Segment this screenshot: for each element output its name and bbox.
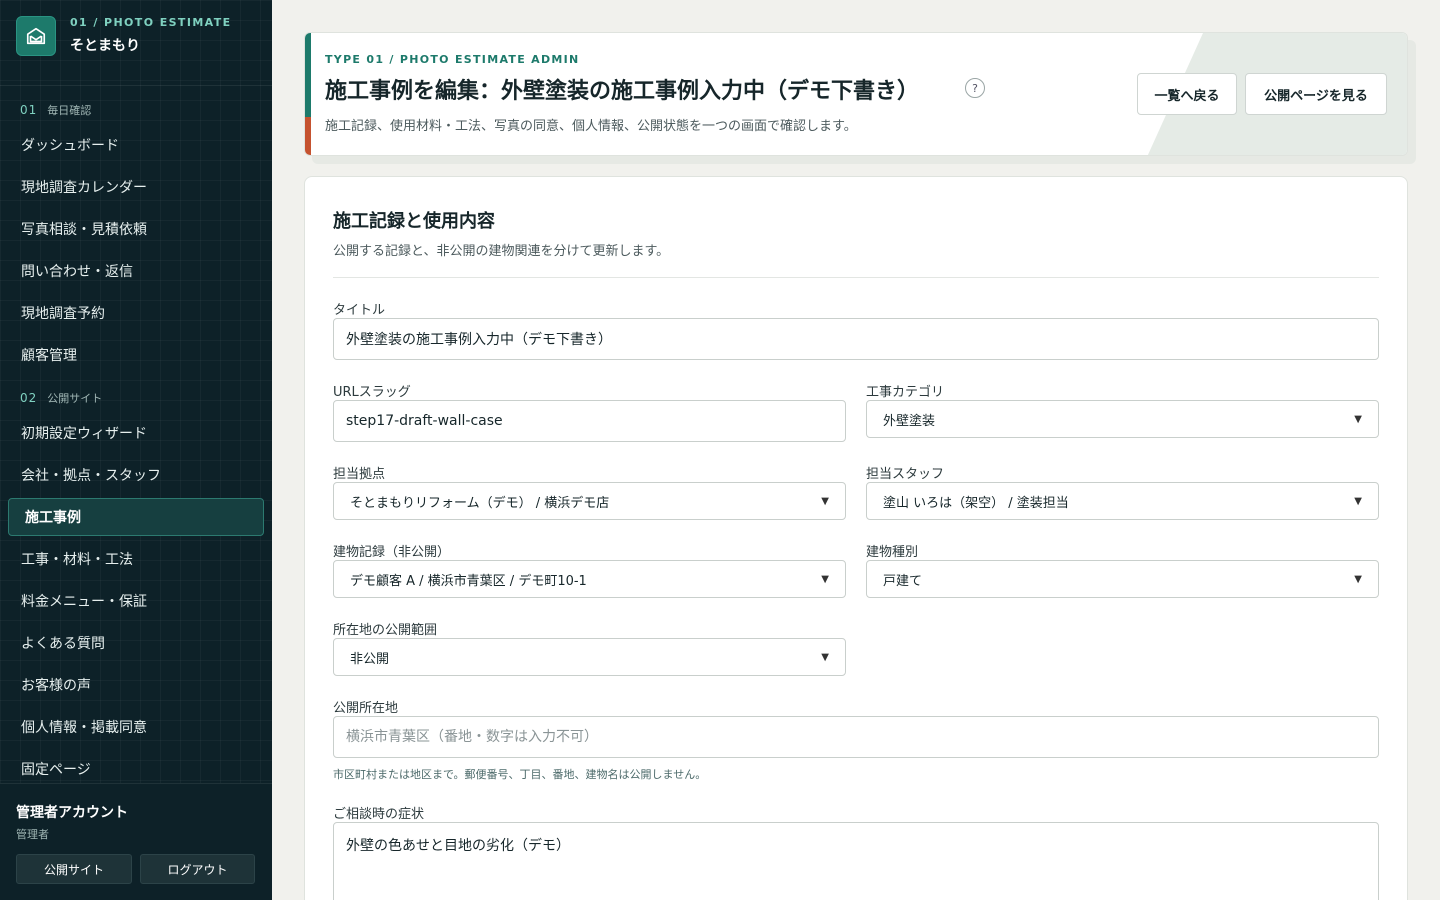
page-header: TYPE 01 / PHOTO ESTIMATE ADMIN 施工事例を編集：外…	[304, 32, 1408, 156]
branch-select-value: そとまもりリフォーム（デモ） / 横浜デモ店	[350, 495, 610, 511]
branch-select[interactable]: そとまもりリフォーム（デモ） / 横浜デモ店 ▼	[333, 482, 846, 520]
chevron-down-icon: ▼	[1354, 413, 1362, 425]
symptom-textarea[interactable]: 外壁の色あせと目地の劣化（デモ）	[333, 822, 1379, 900]
brand: 01 / PHOTO ESTIMATE そとまもり	[0, 0, 272, 86]
brand-name: そとまもり	[70, 38, 140, 54]
account-name: 管理者アカウント	[16, 805, 128, 821]
page-title: 施工事例を編集：外壁塗装の施工事例入力中（デモ下書き）	[325, 79, 920, 104]
building-type-label: 建物種別	[866, 545, 919, 560]
title-input[interactable]	[333, 318, 1379, 360]
sidebar-item-works-materials[interactable]: 工事・材料・工法	[0, 538, 272, 580]
building-type-select-value: 戸建て	[883, 573, 923, 589]
slug-input[interactable]	[333, 400, 846, 442]
staff-select[interactable]: 塗山 いろは（架空） / 塗装担当 ▼	[866, 482, 1379, 520]
category-label: 工事カテゴリ	[866, 385, 945, 400]
nav-group-label: 公開サイト	[47, 392, 103, 405]
sidebar-item-survey-booking[interactable]: 現地調査予約	[0, 292, 272, 334]
location-scope-select[interactable]: 非公開 ▼	[333, 638, 846, 676]
sidebar-item-case-studies[interactable]: 施工事例	[8, 498, 264, 536]
case-edit-form: 施工記録と使用内容 公開する記録と、非公開の建物関連を分けて更新します。 タイト…	[304, 176, 1408, 900]
sidebar-item-privacy-consent[interactable]: 個人情報・掲載同意	[0, 706, 272, 748]
sidebar-item-customers[interactable]: 顧客管理	[0, 334, 272, 376]
symptom-label: ご相談時の症状	[333, 807, 425, 822]
public-location-help: 市区町村または地区まで。郵便番号、丁目、番地、建物名は公開しません。	[333, 768, 707, 781]
staff-label: 担当スタッフ	[866, 467, 945, 482]
chevron-down-icon: ▼	[1354, 495, 1362, 507]
account-panel: 管理者アカウント 管理者 公開サイト ログアウト	[0, 783, 272, 900]
sidebar-item-dashboard[interactable]: ダッシュボード	[0, 124, 272, 166]
staff-select-value: 塗山 いろは（架空） / 塗装担当	[883, 495, 1069, 511]
nav-group-public-site: 02 公開サイト	[0, 384, 272, 412]
back-to-list-button[interactable]: 一覧へ戻る	[1137, 73, 1237, 115]
public-site-button[interactable]: 公開サイト	[16, 854, 132, 884]
sidebar: 01 / PHOTO ESTIMATE そとまもり 01 毎日確認 ダッシュボー…	[0, 0, 272, 900]
location-scope-label: 所在地の公開範囲	[333, 623, 438, 638]
sidebar-item-setup-wizard[interactable]: 初期設定ウィザード	[0, 412, 272, 454]
chevron-down-icon: ▼	[821, 495, 829, 507]
view-public-page-button[interactable]: 公開ページを見る	[1245, 73, 1387, 115]
section-subtitle: 公開する記録と、非公開の建物関連を分けて更新します。	[333, 244, 670, 259]
house-mail-icon[interactable]	[16, 16, 56, 56]
branch-label: 担当拠点	[333, 467, 386, 482]
category-select-value: 外壁塗装	[883, 413, 936, 429]
accent-bar	[305, 33, 311, 117]
public-location-input[interactable]	[333, 716, 1379, 758]
sidebar-item-inquiries[interactable]: 問い合わせ・返信	[0, 250, 272, 292]
nav-group-label: 毎日確認	[47, 104, 92, 117]
page-kicker: TYPE 01 / PHOTO ESTIMATE ADMIN	[325, 53, 580, 66]
page-subtitle: 施工記録、使用材料・工法、写真の同意、個人情報、公開状態を一つの画面で確認します…	[325, 119, 857, 134]
accent-bar	[305, 117, 311, 155]
section-title: 施工記録と使用内容	[333, 211, 495, 232]
sidebar-item-company-staff[interactable]: 会社・拠点・スタッフ	[0, 454, 272, 496]
category-select[interactable]: 外壁塗装 ▼	[866, 400, 1379, 438]
sidebar-item-pricing[interactable]: 料金メニュー・保証	[0, 580, 272, 622]
sidebar-item-static-pages[interactable]: 固定ページ	[0, 748, 272, 782]
slug-label: URLスラッグ	[333, 385, 411, 400]
nav-group-daily: 01 毎日確認	[0, 96, 272, 124]
building-record-label: 建物記録（非公開）	[333, 545, 451, 560]
sidebar-item-testimonials[interactable]: お客様の声	[0, 664, 272, 706]
location-scope-select-value: 非公開	[350, 651, 390, 667]
sidebar-item-faq[interactable]: よくある質問	[0, 622, 272, 664]
title-label: タイトル	[333, 303, 386, 318]
chevron-down-icon: ▼	[821, 573, 829, 585]
nav-group-number: 02	[20, 391, 38, 405]
brand-kicker: 01 / PHOTO ESTIMATE	[70, 16, 232, 29]
building-record-select-value: デモ顧客 A / 横浜市青葉区 / デモ町10-1	[350, 573, 587, 589]
chevron-down-icon: ▼	[821, 651, 829, 663]
logout-button[interactable]: ログアウト	[140, 854, 255, 884]
sidebar-item-photo-estimates[interactable]: 写真相談・見積依頼	[0, 208, 272, 250]
chevron-down-icon: ▼	[1354, 573, 1362, 585]
account-role: 管理者	[16, 828, 49, 841]
sidebar-nav: 01 毎日確認 ダッシュボード 現地調査カレンダー 写真相談・見積依頼 問い合わ…	[0, 96, 272, 782]
building-record-select[interactable]: デモ顧客 A / 横浜市青葉区 / デモ町10-1 ▼	[333, 560, 846, 598]
building-type-select[interactable]: 戸建て ▼	[866, 560, 1379, 598]
public-location-label: 公開所在地	[333, 701, 399, 716]
sidebar-item-survey-calendar[interactable]: 現地調査カレンダー	[0, 166, 272, 208]
divider	[333, 277, 1379, 278]
nav-group-number: 01	[20, 103, 38, 117]
help-icon[interactable]: ?	[965, 78, 985, 98]
